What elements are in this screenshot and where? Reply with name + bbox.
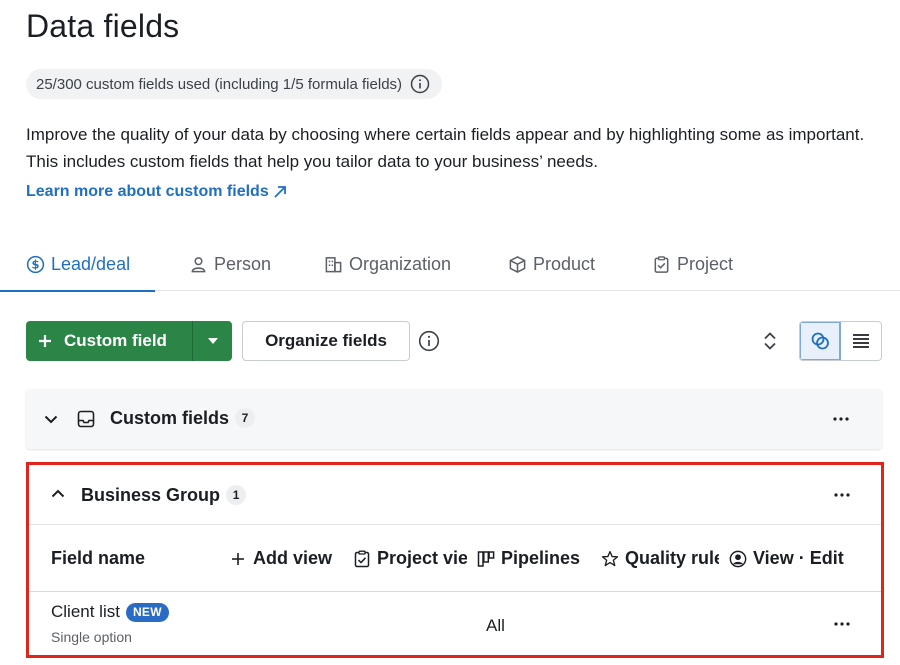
tab-label: Project [677, 254, 734, 274]
field-name[interactable]: Client list [51, 602, 120, 622]
learn-more-link[interactable]: Learn more about custom fields [26, 183, 288, 201]
new-badge: NEW [125, 602, 169, 622]
clipboard-icon [652, 255, 671, 274]
info-icon[interactable] [418, 330, 440, 352]
usage-text: 25/300 custom fields used (including 1/5… [36, 75, 403, 93]
group-title: Custom fields 7 [110, 408, 256, 429]
info-icon[interactable] [410, 74, 430, 94]
column-project-view[interactable]: Project view [353, 548, 467, 569]
tab-label: Product [533, 254, 596, 274]
page-title: Data fields [26, 8, 180, 44]
sort-icon[interactable] [760, 330, 780, 352]
pipelines-value: All [486, 616, 505, 635]
external-link-icon [274, 186, 286, 198]
column-quality-rules[interactable]: Quality rules [601, 548, 719, 569]
plus-icon [229, 550, 247, 568]
page-description: Improve the quality of your data by choo… [26, 125, 865, 171]
business-group-highlight: Business Group 1 Field name Add view Proj… [26, 462, 884, 658]
field-type: Single option [51, 629, 132, 645]
tab-label: Organization [349, 254, 452, 274]
group-business-group[interactable]: Business Group 1 [29, 465, 881, 525]
view-edit-label: View · Edit [753, 548, 844, 568]
chevron-down-icon[interactable] [42, 410, 60, 428]
field-name-cell: Client list NEW [51, 602, 169, 622]
more-options-icon[interactable] [832, 485, 852, 505]
svg-text:$: $ [32, 258, 40, 272]
table-row[interactable]: Client list NEW Single option All [29, 592, 881, 655]
chevron-up-icon[interactable] [49, 485, 67, 503]
group-custom-fields[interactable]: Custom fields 7 [26, 389, 882, 449]
add-view-button[interactable]: Add view [229, 548, 332, 569]
column-pipelines[interactable]: Pipelines [477, 548, 580, 569]
view-toggle [799, 321, 882, 361]
inbox-icon [76, 409, 96, 429]
grouped-view-button[interactable] [800, 322, 841, 360]
pipeline-icon [477, 550, 495, 568]
count-badge: 1 [226, 485, 247, 505]
add-custom-field-button[interactable]: Custom field [26, 321, 192, 361]
box-icon [508, 255, 527, 274]
plus-icon [39, 335, 51, 347]
dollar-circle-icon: $ [26, 255, 45, 274]
tab-product[interactable]: Product [508, 238, 595, 291]
column-header-row: Field name Add view Project view Pipelin… [29, 525, 881, 592]
more-options-icon[interactable] [831, 409, 851, 429]
group-title-label: Business Group [81, 485, 221, 505]
tab-label: Lead/deal [51, 254, 131, 274]
user-circle-icon [729, 550, 747, 568]
quality-rules-label: Quality rules [625, 548, 719, 568]
tab-organization[interactable]: Organization [324, 238, 451, 291]
tab-person[interactable]: Person [189, 238, 271, 291]
column-field-name: Field name [51, 548, 146, 568]
column-view-edit[interactable]: View · Edit [729, 548, 844, 569]
star-icon [601, 550, 619, 568]
usage-badge: 25/300 custom fields used (including 1/5… [26, 69, 443, 99]
fields-toolbar: Custom field Organize fields [26, 321, 882, 361]
custom-field-split-button: Custom field [26, 321, 232, 361]
building-icon [324, 255, 343, 274]
count-badge: 7 [235, 408, 256, 428]
custom-field-dropdown-button[interactable] [192, 321, 232, 361]
entity-tabs: $ Lead/deal Person Organization Product … [0, 238, 900, 292]
person-icon [189, 255, 208, 274]
pipelines-label: Pipelines [501, 548, 581, 568]
tab-project[interactable]: Project [652, 238, 733, 291]
tab-lead-deal[interactable]: $ Lead/deal [0, 238, 156, 292]
tab-label: Person [214, 254, 272, 274]
custom-field-label: Custom field [64, 331, 167, 350]
organize-fields-button[interactable]: Organize fields [242, 321, 410, 361]
add-view-label: Add view [253, 548, 333, 568]
group-title-label: Custom fields [110, 408, 230, 428]
list-view-button[interactable] [841, 322, 882, 360]
overlap-circles-icon [811, 332, 829, 350]
caret-down-icon [207, 338, 218, 344]
group-title: Business Group 1 [81, 485, 247, 506]
project-view-label: Project view [377, 548, 467, 568]
more-options-icon[interactable] [832, 614, 852, 634]
list-icon [852, 334, 869, 348]
learn-more-label[interactable]: Learn more about custom fields [26, 183, 269, 201]
clipboard-check-icon [353, 550, 371, 568]
